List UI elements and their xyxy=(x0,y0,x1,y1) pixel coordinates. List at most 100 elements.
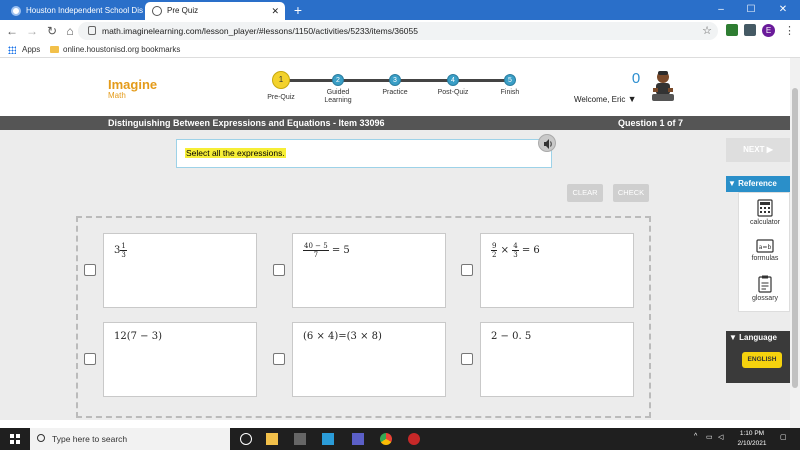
choice-b-card[interactable]: 40 − 57 = 5 xyxy=(292,233,446,308)
address-bar-row: ← → ↻ ⌂ math.imaginelearning.com/lesson_… xyxy=(0,20,800,42)
url-field[interactable]: math.imaginelearning.com/lesson_player/#… xyxy=(78,22,718,40)
english-button[interactable]: ENGLISH xyxy=(742,352,782,368)
choice-d-expression: 12(7 − 3) xyxy=(114,331,162,342)
browser-tab-pre-quiz[interactable]: Pre Quiz ✕ xyxy=(145,2,285,20)
imagine-math-logo: Imagine Math xyxy=(108,78,157,101)
choice-e-expression: (6 × 4)=(3 × 8) xyxy=(303,331,382,342)
calculator-icon xyxy=(757,199,773,217)
check-button[interactable]: CHECK xyxy=(613,184,649,202)
step-1-circle: 1 xyxy=(272,71,290,89)
clock-time: 1:10 PM xyxy=(739,430,765,437)
choice-e-card[interactable]: (6 × 4)=(3 × 8) xyxy=(292,322,446,397)
extension-icon[interactable] xyxy=(744,24,756,36)
reload-icon[interactable]: ↻ xyxy=(44,22,60,40)
choice-c-fraction-1: 92 xyxy=(491,242,498,259)
reference-tab[interactable]: ▼ Reference xyxy=(726,176,790,192)
bookmark-star-icon[interactable]: ☆ xyxy=(702,22,712,40)
url-text: math.imaginelearning.com/lesson_player/#… xyxy=(102,26,418,36)
browser-menu-icon[interactable]: ⋮ xyxy=(784,22,795,40)
answer-choices-grid: 313 40 − 57 = 5 92 × 43 = 6 12(7 − 3) (6… xyxy=(76,216,651,418)
taskbar-search-box[interactable]: Type here to search xyxy=(30,428,230,450)
close-tab-icon[interactable]: ✕ xyxy=(271,2,279,20)
formulas-tool[interactable]: a=b formulas xyxy=(739,239,791,262)
profile-avatar[interactable]: E xyxy=(762,24,775,37)
step-2-circle: 2 xyxy=(332,74,344,86)
windows-taskbar: Type here to search ^ ▭ ◁ 1:10 PM 2/10/2… xyxy=(0,428,800,450)
step-5-label: Finish xyxy=(500,89,520,96)
question-prompt: Select all the expressions. xyxy=(185,148,286,158)
windows-start-icon[interactable] xyxy=(10,434,20,444)
choice-a-fraction: 13 xyxy=(120,242,127,259)
notifications-icon[interactable]: ▢ xyxy=(780,433,787,441)
choice-f-checkbox[interactable] xyxy=(461,353,473,365)
step-1-label: Pre-Quiz xyxy=(267,94,295,101)
store-icon[interactable] xyxy=(294,433,306,445)
reference-panel: calculator a=b formulas glossary xyxy=(738,192,790,312)
question-prompt-box: Select all the expressions. xyxy=(176,139,552,168)
bookmark-apps[interactable]: Apps xyxy=(22,42,40,58)
question-area: Select all the expressions. NEXT ▶ CLEAR… xyxy=(0,130,790,420)
next-button[interactable]: NEXT ▶ xyxy=(726,138,790,162)
close-window-button[interactable]: ✕ xyxy=(768,0,798,20)
houston-favicon-icon xyxy=(11,6,21,16)
language-tab[interactable]: ▼ Language ? xyxy=(726,331,790,357)
scrollbar-thumb[interactable] xyxy=(792,88,798,388)
step-3-circle: 3 xyxy=(389,74,401,86)
choice-d-checkbox[interactable] xyxy=(84,353,96,365)
home-icon[interactable]: ⌂ xyxy=(62,22,78,40)
brand-line1: Imagine xyxy=(108,77,158,92)
dropdown-arrow-icon: ▼ xyxy=(627,94,637,104)
glossary-label: glossary xyxy=(751,295,779,302)
teams-icon[interactable] xyxy=(352,433,364,445)
browser-tab-houston[interactable]: Houston Independent School Dis xyxy=(4,2,144,20)
choice-b-fraction: 40 − 57 xyxy=(303,242,329,259)
clear-button[interactable]: CLEAR xyxy=(567,184,603,202)
choice-d-card[interactable]: 12(7 − 3) xyxy=(103,322,257,397)
search-icon xyxy=(37,434,45,442)
lesson-header: Imagine Math 1 2 3 4 5 Pre-Quiz Guided L… xyxy=(0,58,790,116)
choice-c-card[interactable]: 92 × 43 = 6 xyxy=(480,233,634,308)
score-counter: 0 xyxy=(631,70,641,87)
choice-b-checkbox[interactable] xyxy=(273,264,285,276)
tray-chevron-icon[interactable]: ^ xyxy=(694,433,697,440)
mail-icon[interactable] xyxy=(322,433,334,445)
new-tab-button[interactable]: + xyxy=(290,1,306,19)
cortana-icon[interactable] xyxy=(240,433,252,445)
maximize-button[interactable]: ☐ xyxy=(736,0,766,20)
minimize-button[interactable]: – xyxy=(706,0,736,20)
extension-icon[interactable] xyxy=(726,24,738,36)
volume-icon[interactable]: ◁ xyxy=(718,433,723,441)
screen: Houston Independent School Dis Pre Quiz … xyxy=(0,0,800,450)
file-explorer-icon[interactable] xyxy=(266,433,278,445)
choice-a-checkbox[interactable] xyxy=(84,264,96,276)
step-5-circle: 5 xyxy=(504,74,516,86)
page-scrollbar[interactable] xyxy=(790,58,800,428)
calculator-tool[interactable]: calculator xyxy=(739,199,791,226)
step-4-label: Post-Quiz xyxy=(437,89,469,96)
choice-b-expression: 40 − 57 = 5 xyxy=(303,242,350,259)
welcome-text: Welcome, Eric xyxy=(574,95,626,104)
question-counter: Question 1 of 7 xyxy=(617,118,683,128)
welcome-menu[interactable]: Welcome, Eric ▼ xyxy=(574,94,637,104)
audio-speaker-button[interactable] xyxy=(538,134,556,152)
brand-line2: Math xyxy=(108,91,126,100)
step-4-circle: 4 xyxy=(447,74,459,86)
choice-a-card[interactable]: 313 xyxy=(103,233,257,308)
formulas-label: formulas xyxy=(751,255,779,262)
tab-title: Pre Quiz xyxy=(167,6,199,15)
bookmark-folder-link[interactable]: online.houstonisd.org bookmarks xyxy=(63,42,180,58)
item-title: Distinguishing Between Expressions and E… xyxy=(108,118,385,128)
network-icon[interactable]: ▭ xyxy=(706,433,713,441)
formulas-icon: a=b xyxy=(756,239,774,253)
choice-c-checkbox[interactable] xyxy=(461,264,473,276)
forward-arrow-icon[interactable]: → xyxy=(24,22,40,40)
taskbar-clock[interactable]: 1:10 PM 2/10/2021 xyxy=(730,429,774,449)
chrome-icon[interactable] xyxy=(380,433,392,445)
choice-f-card[interactable]: 2 − 0. 5 xyxy=(480,322,634,397)
glossary-tool[interactable]: glossary xyxy=(739,275,791,302)
step-3-label: Practice xyxy=(382,89,408,96)
app-icon[interactable] xyxy=(408,433,420,445)
back-arrow-icon[interactable]: ← xyxy=(4,22,20,40)
svg-text:a=b: a=b xyxy=(759,244,772,251)
choice-e-checkbox[interactable] xyxy=(273,353,285,365)
